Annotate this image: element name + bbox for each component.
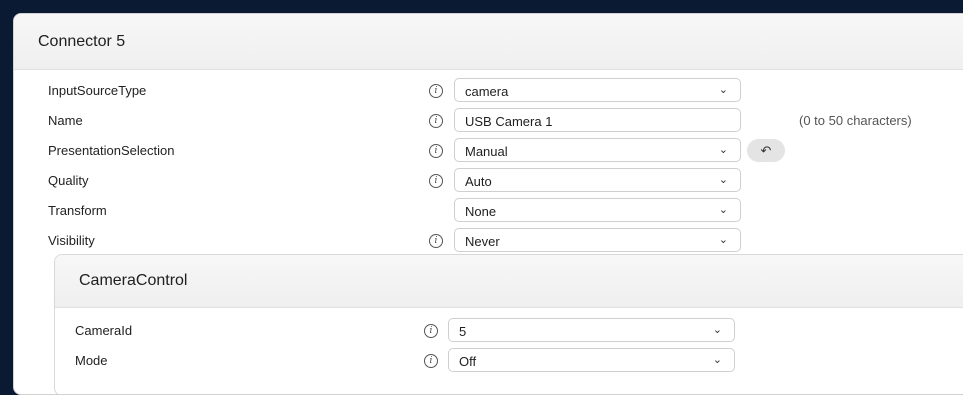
visibility-label: Visibility — [48, 233, 95, 248]
row-transform: Transform None ⌄ — [14, 198, 963, 224]
camera-control-panel: CameraControl CameraId i 5 ⌄ Mode i Off … — [54, 254, 963, 394]
row-name: Name i USB Camera 1 (0 to 50 characters) — [14, 108, 963, 134]
row-quality: Quality i Auto ⌄ — [14, 168, 963, 194]
transform-value: None — [465, 204, 497, 219]
transform-select[interactable]: None ⌄ — [454, 198, 741, 222]
chevron-down-icon: ⌄ — [712, 324, 722, 336]
quality-select[interactable]: Auto ⌄ — [454, 168, 741, 192]
mode-select[interactable]: Off ⌄ — [448, 348, 735, 372]
mode-value: Off — [459, 354, 477, 369]
presentation-selection-label: PresentationSelection — [48, 143, 175, 158]
name-value: USB Camera 1 — [465, 114, 553, 129]
info-icon[interactable]: i — [429, 174, 443, 188]
presentation-selection-select[interactable]: Manual ⌄ — [454, 138, 741, 162]
chevron-down-icon: ⌄ — [718, 174, 728, 186]
input-source-type-value: camera — [465, 84, 509, 99]
input-source-type-label: InputSourceType — [48, 83, 147, 98]
input-source-type-select[interactable]: camera ⌄ — [454, 78, 741, 102]
info-icon[interactable]: i — [424, 324, 438, 338]
connector-title: Connector 5 — [38, 32, 126, 50]
presentation-selection-value: Manual — [465, 144, 508, 159]
quality-value: Auto — [465, 174, 492, 189]
visibility-select[interactable]: Never ⌄ — [454, 228, 741, 252]
row-visibility: Visibility i Never ⌄ — [14, 228, 963, 254]
quality-label: Quality — [48, 173, 89, 188]
row-presentation-selection: PresentationSelection i Manual ⌄ ↶ — [14, 138, 963, 164]
row-mode: Mode i Off ⌄ — [55, 348, 963, 374]
info-icon[interactable]: i — [429, 114, 443, 128]
chevron-down-icon: ⌄ — [718, 204, 728, 216]
row-camera-id: CameraId i 5 ⌄ — [55, 318, 963, 344]
name-input[interactable]: USB Camera 1 — [454, 108, 741, 132]
info-icon[interactable]: i — [429, 144, 443, 158]
connector-header: Connector 5 — [14, 14, 963, 70]
info-icon[interactable]: i — [429, 84, 443, 98]
camera-id-select[interactable]: 5 ⌄ — [448, 318, 735, 342]
row-input-source-type: InputSourceType i camera ⌄ — [14, 78, 963, 104]
info-icon[interactable]: i — [429, 234, 443, 248]
mode-label: Mode — [75, 353, 108, 368]
name-hint: (0 to 50 characters) — [799, 113, 912, 128]
camera-id-label: CameraId — [75, 323, 133, 338]
camera-control-title: CameraControl — [79, 272, 188, 289]
chevron-down-icon: ⌄ — [718, 144, 728, 156]
chevron-down-icon: ⌄ — [718, 234, 728, 246]
visibility-value: Never — [465, 234, 500, 249]
connector-panel: Connector 5 InputSourceType i camera ⌄ N… — [13, 13, 963, 395]
info-icon[interactable]: i — [424, 354, 438, 368]
transform-label: Transform — [48, 203, 107, 218]
name-label: Name — [48, 113, 83, 128]
chevron-down-icon: ⌄ — [718, 84, 728, 96]
camera-id-value: 5 — [459, 324, 467, 339]
undo-icon[interactable]: ↶ — [747, 139, 785, 162]
camera-control-header: CameraControl — [55, 255, 963, 308]
chevron-down-icon: ⌄ — [712, 354, 722, 366]
